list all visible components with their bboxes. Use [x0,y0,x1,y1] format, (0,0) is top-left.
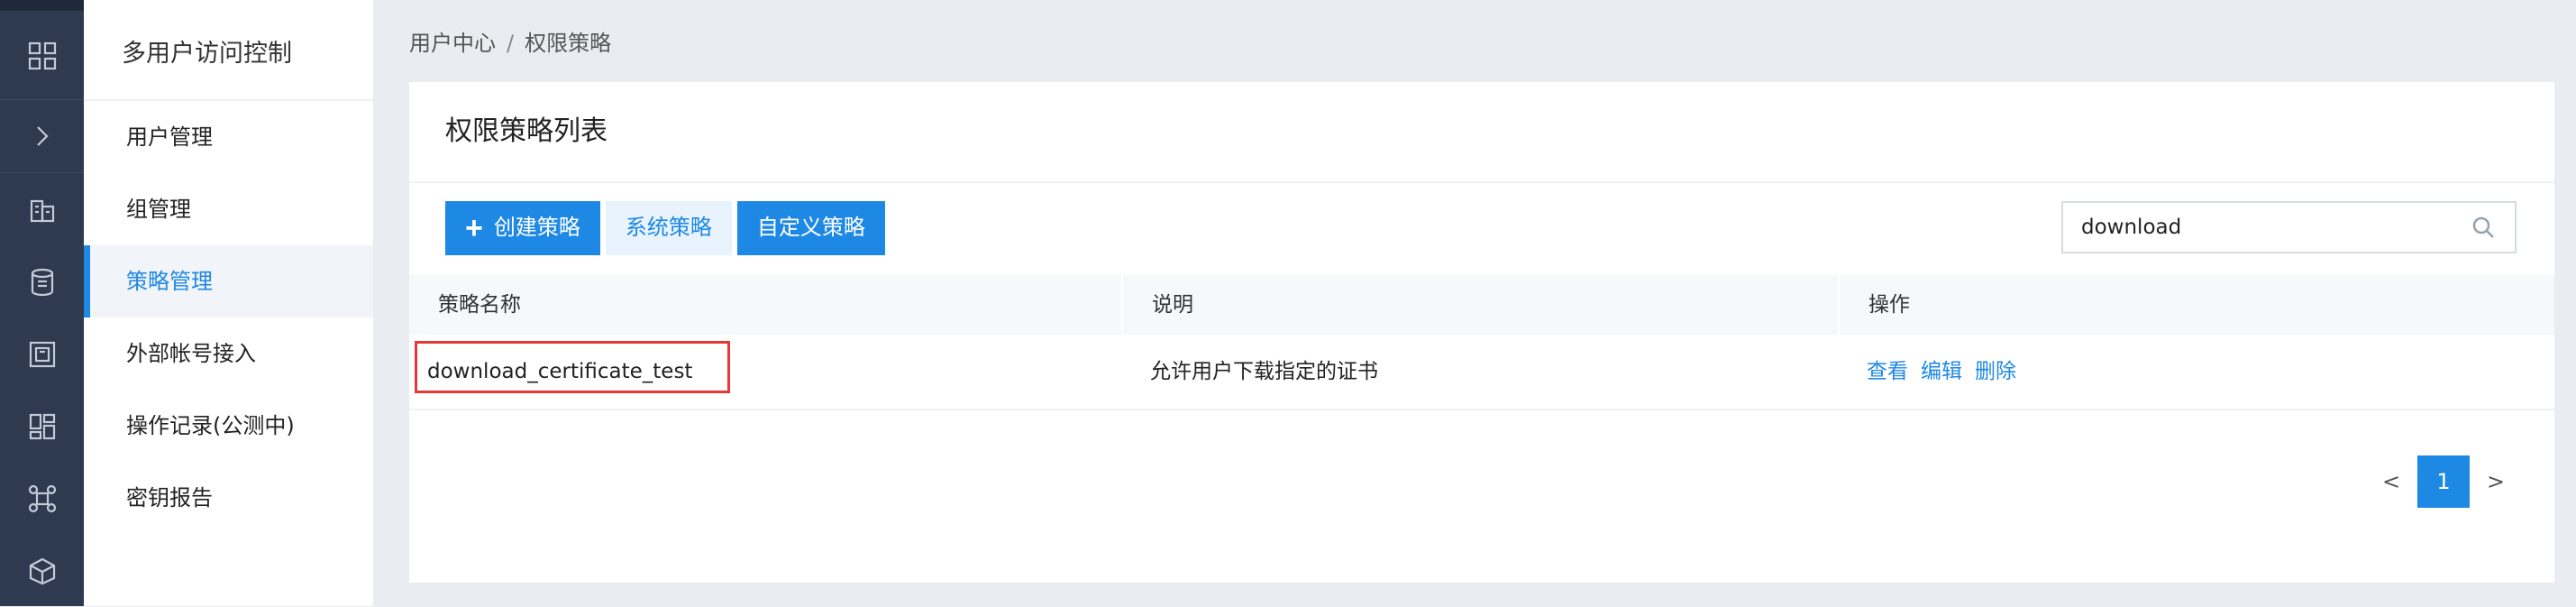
page-number-current[interactable]: 1 [2417,455,2470,508]
view-link[interactable]: 查看 [1867,360,1908,383]
breadcrumb: 用户中心 / 权限策略 [409,25,611,57]
policy-list-card: 权限策略列表 + 创建策略 系统策略 自定义策略 策略名称 说明 操作 down… [409,82,2554,583]
delete-link[interactable]: 删除 [1975,360,2016,383]
breadcrumb-current: 权限策略 [525,31,612,56]
building-icon[interactable] [0,174,84,246]
plus-icon: + [465,211,483,245]
sidebar-item-key-report[interactable]: 密钥报告 [84,462,373,534]
column-header-actions: 操作 [1838,275,2554,335]
policy-description: 允许用户下载指定的证书 [1150,360,1378,383]
grid-menu-icon[interactable] [0,20,84,92]
sidebar-item-groups[interactable]: 组管理 [84,173,373,245]
edit-link[interactable]: 编辑 [1921,360,1962,383]
rail-top-strip [0,0,84,11]
dashboard-icon[interactable] [0,391,84,463]
sidebar-item-policies[interactable]: 策略管理 [84,245,373,317]
breadcrumb-separator: / [507,31,515,56]
sidebar-item-users[interactable]: 用户管理 [84,101,373,173]
expand-chevron-icon[interactable] [0,99,84,173]
column-header-description: 说明 [1121,275,1838,335]
column-header-name: 策略名称 [438,293,521,317]
prev-page-button[interactable]: < [2365,469,2417,494]
breadcrumb-parent[interactable]: 用户中心 [409,31,496,56]
storage-icon[interactable] [0,318,84,391]
table-header: 策略名称 说明 操作 [409,275,2554,335]
toolbar: + 创建策略 系统策略 自定义策略 [445,201,891,255]
icon-rail [0,0,84,606]
create-policy-label: 创建策略 [493,216,580,240]
next-page-button[interactable]: > [2470,469,2522,494]
database-icon[interactable] [0,246,84,318]
page-title: 权限策略列表 [409,82,2554,183]
sidebar-item-external-accounts[interactable]: 外部帐号接入 [84,317,373,390]
network-icon[interactable] [0,463,84,535]
pagination: < 1 > [2365,455,2522,508]
policy-actions-cell: 查看 编辑 删除 [1838,335,2554,409]
search-box [2061,201,2517,253]
search-icon[interactable] [2471,216,2495,239]
search-input[interactable] [2063,204,2471,251]
policy-name-cell: download_certificate_test [409,335,1121,409]
sidebar: 多用户访问控制 用户管理 组管理 策略管理 外部帐号接入 操作记录(公测中) 密… [84,0,373,606]
system-policy-tab[interactable]: 系统策略 [605,201,732,255]
sidebar-item-operation-logs[interactable]: 操作记录(公测中) [84,390,373,462]
package-icon[interactable] [0,535,84,607]
custom-policy-tab[interactable]: 自定义策略 [736,201,885,255]
policy-name[interactable]: download_certificate_test [427,360,692,383]
table-row: download_certificate_test 允许用户下载指定的证书 查看… [409,335,2554,410]
sidebar-title: 多用户访问控制 [84,0,373,101]
create-policy-button[interactable]: + 创建策略 [445,201,600,255]
